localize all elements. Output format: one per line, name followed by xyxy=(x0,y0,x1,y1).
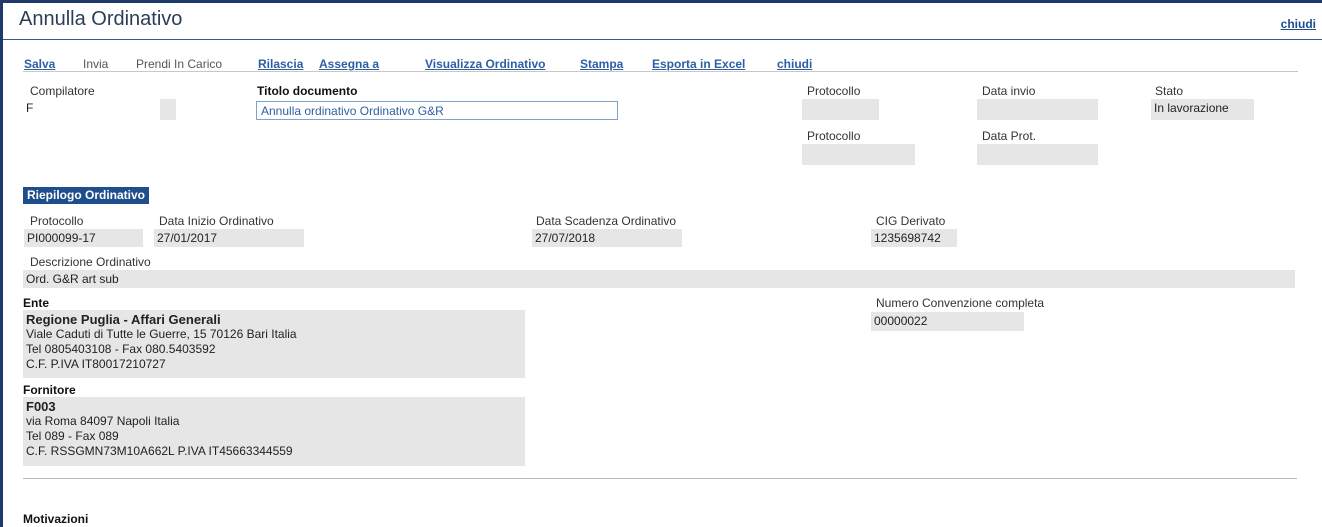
data-inizio-value: 27/01/2017 xyxy=(154,229,304,247)
release-button[interactable]: Rilascia xyxy=(258,57,303,71)
ente-box: Regione Puglia - Affari Generali Viale C… xyxy=(23,310,525,378)
titolo-label: Titolo documento xyxy=(257,84,358,98)
title-bar: Annulla Ordinativo chiudi xyxy=(3,3,1322,40)
data-invio-field xyxy=(977,99,1098,120)
ente-fiscal: C.F. P.IVA IT80017210727 xyxy=(26,357,166,371)
riep-protocollo-label: Protocollo xyxy=(30,214,84,228)
print-button[interactable]: Stampa xyxy=(580,57,623,71)
section-divider xyxy=(23,478,1297,479)
view-order-button[interactable]: Visualizza Ordinativo xyxy=(425,57,545,71)
data-scadenza-label: Data Scadenza Ordinativo xyxy=(536,214,677,228)
fornitore-label: Fornitore xyxy=(23,383,76,397)
compilatore-label: Compilatore xyxy=(30,84,95,98)
ente-contacts: Tel 0805403108 - Fax 080.5403592 xyxy=(26,342,216,356)
motivazioni-label: Motivazioni xyxy=(23,512,89,526)
data-prot-label: Data Prot. xyxy=(982,129,1037,143)
close-link[interactable]: chiudi xyxy=(1281,17,1316,31)
ente-name: Regione Puglia - Affari Generali xyxy=(26,312,221,327)
fornitore-address: via Roma 84097 Napoli Italia xyxy=(26,414,180,428)
protocollo2-label: Protocollo xyxy=(807,129,861,143)
fornitore-contacts: Tel 089 - Fax 089 xyxy=(26,429,119,443)
protocollo-field xyxy=(802,99,879,120)
send-button[interactable]: Invia xyxy=(83,57,108,71)
data-inizio-label: Data Inizio Ordinativo xyxy=(159,214,274,228)
data-invio-label: Data invio xyxy=(982,84,1036,98)
ente-label: Ente xyxy=(23,296,50,310)
toolbar: Salva Invia Prendi In Carico Rilascia As… xyxy=(0,44,1322,71)
convenzione-label: Numero Convenzione completa xyxy=(876,296,1045,310)
assign-button[interactable]: Assegna a xyxy=(319,57,379,71)
stato-value: In lavorazione xyxy=(1151,99,1254,120)
export-excel-button[interactable]: Esporta in Excel xyxy=(652,57,745,71)
convenzione-value: 00000022 xyxy=(871,312,1024,331)
save-button[interactable]: Salva xyxy=(24,57,55,71)
toolbar-divider xyxy=(23,71,1298,72)
titolo-input[interactable]: Annulla ordinativo Ordinativo G&R xyxy=(256,101,618,120)
descrizione-value: Ord. G&R art sub xyxy=(23,270,1295,288)
protocollo2-field xyxy=(802,144,915,165)
data-scadenza-value: 27/07/2018 xyxy=(532,229,682,247)
compilatore-button[interactable] xyxy=(160,99,176,120)
cig-label: CIG Derivato xyxy=(876,214,946,228)
take-charge-button[interactable]: Prendi In Carico xyxy=(136,57,222,71)
compilatore-value: F xyxy=(26,101,34,115)
fornitore-box: F003 via Roma 84097 Napoli Italia Tel 08… xyxy=(23,397,525,466)
stato-label: Stato xyxy=(1155,84,1184,98)
riep-protocollo-value: PI000099-17 xyxy=(24,229,143,247)
fornitore-fiscal: C.F. RSSGMN73M10A662L P.IVA IT4566334455… xyxy=(26,444,293,458)
ente-address: Viale Caduti di Tutte le Guerre, 15 7012… xyxy=(26,327,297,341)
descrizione-label: Descrizione Ordinativo xyxy=(30,255,151,269)
section-title-riepilogo: Riepilogo Ordinativo xyxy=(23,187,150,204)
protocollo-label: Protocollo xyxy=(807,84,861,98)
fornitore-name: F003 xyxy=(26,399,56,414)
cig-value: 1235698742 xyxy=(871,229,957,247)
data-prot-field xyxy=(977,144,1098,165)
page-title: Annulla Ordinativo xyxy=(19,8,183,30)
close-button[interactable]: chiudi xyxy=(777,57,812,71)
compilatore-field: F xyxy=(23,99,160,120)
